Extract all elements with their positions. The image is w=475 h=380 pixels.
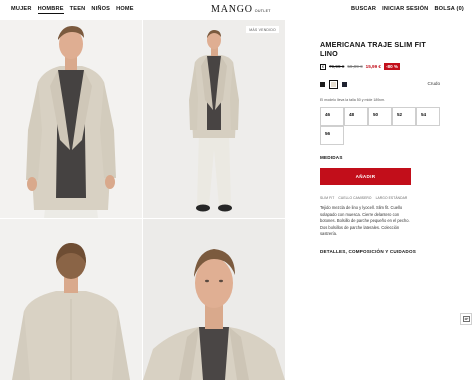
attribute-length[interactable]: LARGO ESTÁNDAR [376,196,408,200]
swatch-navy[interactable] [342,81,347,87]
nav-item-teen[interactable]: TEEN [70,6,86,14]
product-description: Tejido mezcla de lino y lyocell. Slim fi… [320,205,410,237]
main-nav: MUJER HOMBRE TEEN NIÑOS HOME [11,6,134,14]
product-photo-back[interactable] [0,219,142,380]
price-info-icon[interactable]: € [320,63,326,70]
size-option[interactable]: 52 [392,107,416,126]
product-photo-front[interactable] [0,20,142,218]
model-size-note: El modelo lleva la talla 50 y mide 189cm… [320,98,386,102]
original-price: 79,99 € [329,64,345,69]
size-option[interactable]: 56 [320,125,344,145]
login-link[interactable]: INICIAR SESIÓN [382,6,428,12]
nav-item-mujer[interactable]: MUJER [11,6,32,14]
product-photo-full-length[interactable]: MÁS VENDIDO [143,20,285,218]
product-title: AMERICANA TRAJE SLIM FIT LINO [320,40,426,58]
size-guide-link[interactable]: MEDIDAS [320,155,440,160]
product-attributes: SLIM FIT CUELLO CAMISERO LARGO ESTÁNDAR [320,196,440,200]
logo-outlet: OUTLET [254,9,271,13]
search-link[interactable]: BUSCAR [351,6,376,12]
nav-item-hombre[interactable]: HOMBRE [37,6,64,14]
size-grid: 46 48 50 52 54 56 [320,107,440,145]
swatch-cream[interactable] [328,79,339,89]
product-panel: AMERICANA TRAJE SLIM FIT LINO € 79,99 € … [320,40,440,254]
price-row: € 79,99 € 59,99 € 15,99 € -80 % [320,63,440,70]
product-photo-closeup[interactable] [143,219,285,380]
size-option[interactable]: 48 [344,107,368,126]
attribute-fit[interactable]: SLIM FIT [320,196,334,200]
attribute-collar[interactable]: CUELLO CAMISERO [338,196,371,200]
top-header: MUJER HOMBRE TEEN NIÑOS HOME MANGO OUTLE… [0,0,475,20]
header-actions: BUSCAR INICIAR SESIÓN BOLSA (0) [351,6,464,12]
current-price: 15,99 € [365,64,381,69]
size-option[interactable]: 54 [416,107,440,126]
color-swatches: Crudo [320,79,440,89]
nav-item-home[interactable]: HOME [116,6,134,14]
discount-badge: -80 % [383,63,400,70]
selected-color-name: Crudo [427,81,440,86]
chat-icon[interactable] [460,313,472,325]
add-to-bag-button[interactable]: AÑADIR [320,168,411,185]
size-option[interactable]: 46 [320,107,344,126]
size-option[interactable]: 50 [368,107,392,126]
product-gallery: MÁS VENDIDO [0,20,285,380]
logo-brand: MANGO [211,4,253,15]
mango-outlet-logo[interactable]: MANGO OUTLET [211,4,271,15]
previous-price: 59,99 € [347,64,363,69]
bag-link[interactable]: BOLSA (0) [434,6,464,12]
details-composition-link[interactable]: DETALLES, COMPOSICIÓN Y CUIDADOS [320,249,440,254]
swatch-dark[interactable] [320,81,325,87]
bestseller-tag: MÁS VENDIDO [246,26,279,33]
nav-item-ninos[interactable]: NIÑOS [91,6,110,14]
